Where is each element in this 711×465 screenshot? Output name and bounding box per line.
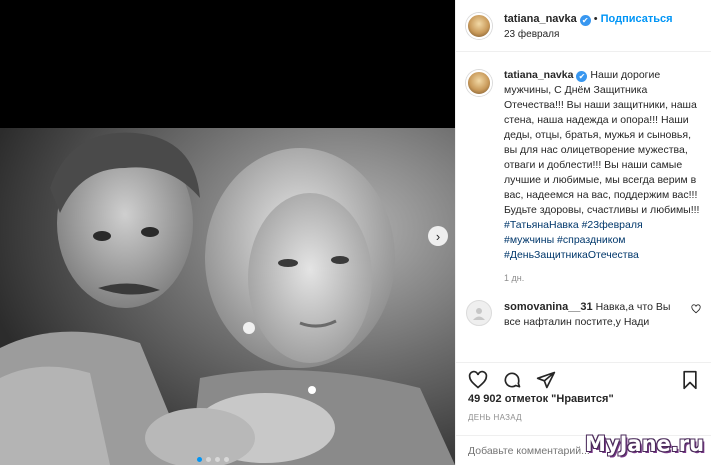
next-slide-button[interactable]: › bbox=[428, 226, 448, 246]
likes-count[interactable]: 49 902 отметок "Нравится" bbox=[468, 393, 614, 405]
user-placeholder-icon bbox=[473, 308, 485, 320]
verified-badge-icon: ✔ bbox=[579, 14, 591, 26]
heart-icon bbox=[468, 370, 488, 389]
caption-username-link[interactable]: tatiana_navka bbox=[504, 69, 573, 81]
comment-like-heart-icon[interactable] bbox=[691, 304, 701, 314]
comment: somovanina__31 Навка,а что Вы все нафтал… bbox=[466, 300, 701, 330]
comment-username-link[interactable]: somovanina__31 bbox=[504, 301, 593, 313]
avatar[interactable] bbox=[466, 70, 492, 96]
caption: tatiana_navka ✔ Наши дорогие мужчины, С Д… bbox=[466, 68, 701, 286]
username-link[interactable]: tatiana_navka bbox=[504, 13, 577, 25]
post-photo bbox=[0, 128, 455, 465]
follow-separator: • bbox=[593, 12, 598, 25]
caption-text: Наши дорогие мужчины, С Днём Защитника О… bbox=[504, 69, 700, 216]
hashtag-link[interactable]: #ТатьянаНавка #23февраля bbox=[504, 218, 701, 233]
post-time-ago: ДЕНЬ НАЗАД bbox=[468, 413, 522, 422]
carousel-dot bbox=[215, 457, 220, 462]
post-date: 23 февраля bbox=[504, 28, 560, 40]
photo-couple-illustration bbox=[0, 128, 455, 465]
avatar[interactable] bbox=[466, 12, 492, 39]
post-details-panel: tatiana_navka ✔ • Подписаться 23 февраля ta… bbox=[455, 0, 711, 465]
chevron-right-icon: › bbox=[435, 228, 441, 244]
carousel-dot bbox=[197, 457, 202, 462]
follow-button[interactable]: Подписаться bbox=[601, 13, 673, 25]
share-icon bbox=[536, 371, 556, 388]
avatar[interactable] bbox=[466, 300, 492, 326]
caption-age: 1 дн. bbox=[504, 273, 525, 283]
site-watermark: MyJane.ru bbox=[585, 432, 705, 456]
post-header: tatiana_navka ✔ • Подписаться 23 февраля bbox=[456, 0, 711, 52]
post-media[interactable]: › bbox=[0, 0, 455, 465]
carousel-indicator bbox=[197, 457, 229, 462]
comments-section[interactable]: tatiana_navka ✔ Наши дорогие мужчины, С Д… bbox=[456, 60, 711, 360]
comment-icon bbox=[504, 371, 521, 387]
comment-button[interactable] bbox=[502, 370, 522, 390]
carousel-dot bbox=[206, 457, 211, 462]
bookmark-icon bbox=[683, 370, 697, 389]
verified-badge-icon: ✔ bbox=[576, 71, 588, 82]
action-bar bbox=[456, 362, 711, 396]
hashtag-link[interactable]: #мужчины #спраздником bbox=[504, 233, 701, 248]
hashtag-link[interactable]: #ДеньЗащитникаОтечества bbox=[504, 248, 701, 263]
save-button[interactable] bbox=[681, 370, 699, 390]
like-button[interactable] bbox=[468, 370, 488, 390]
share-button[interactable] bbox=[536, 370, 556, 390]
carousel-dot bbox=[224, 457, 229, 462]
hashtag-list: #ТатьянаНавка #23февраля #мужчины #спраз… bbox=[504, 218, 701, 263]
